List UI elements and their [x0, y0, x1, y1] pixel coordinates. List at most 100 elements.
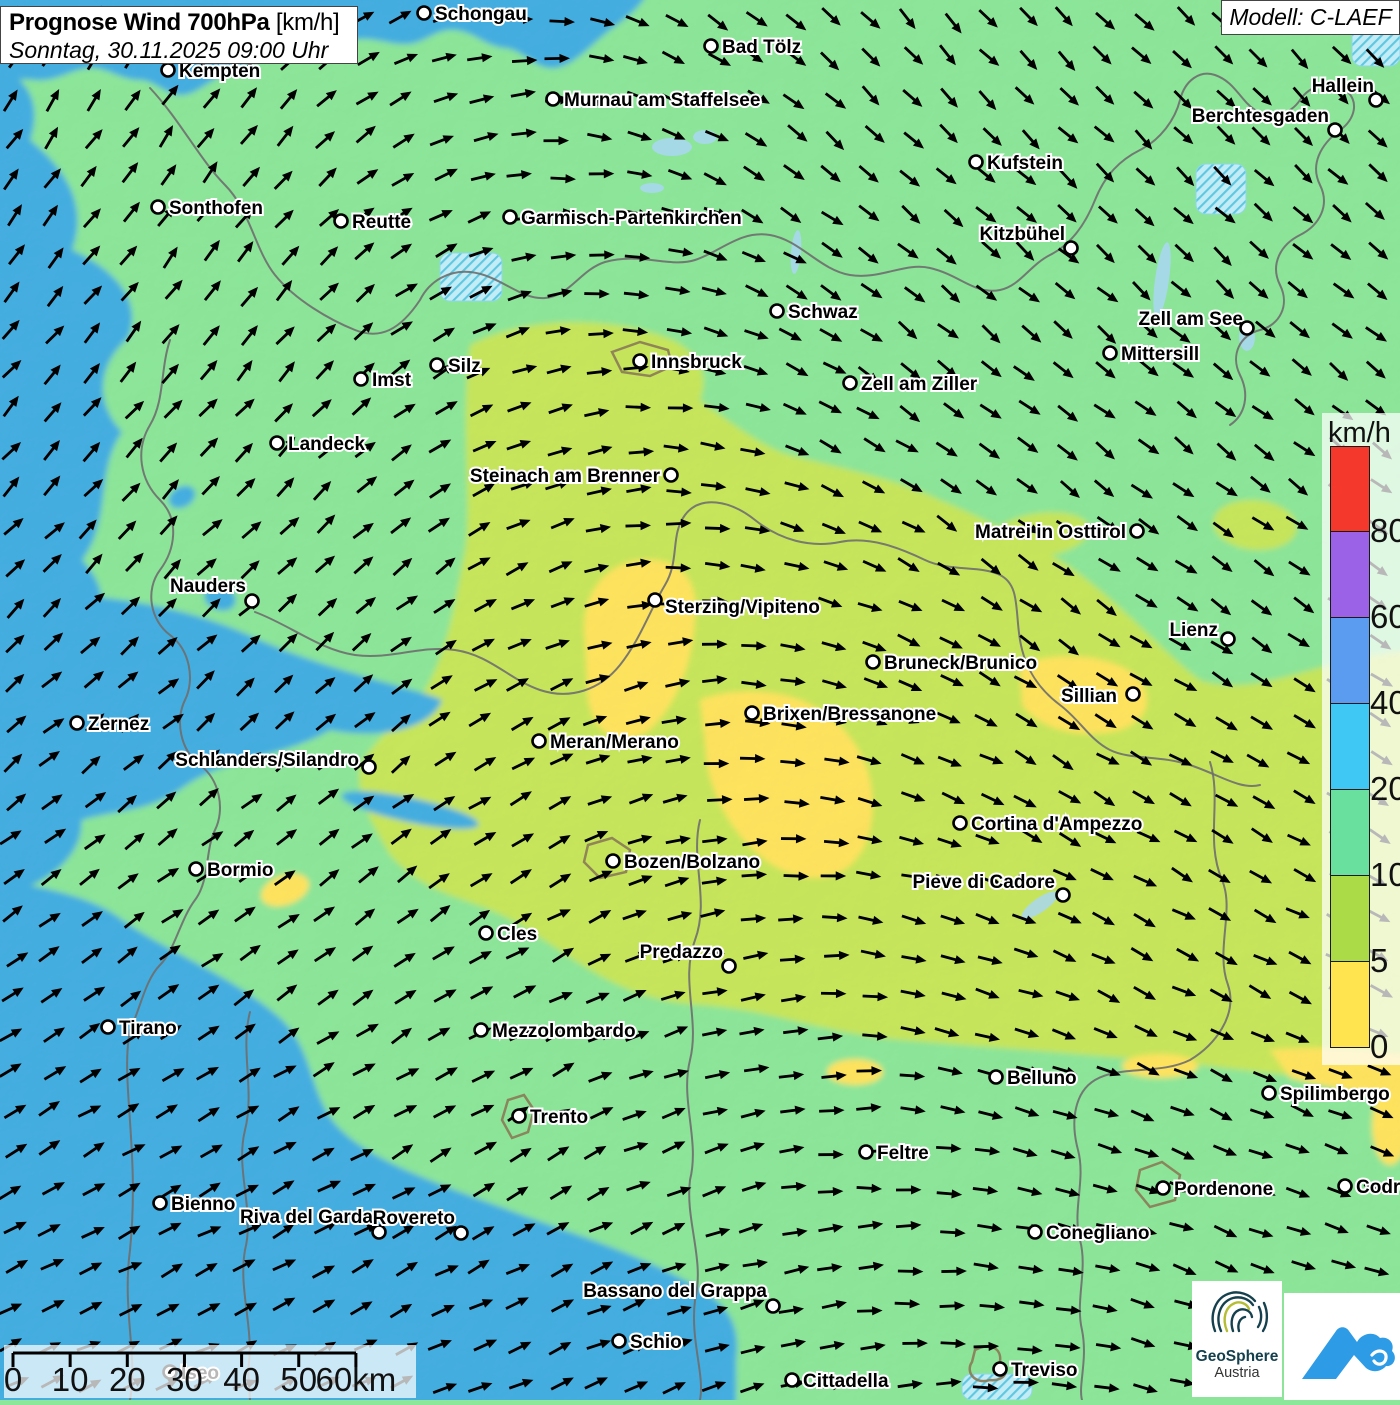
title-unit: [km/h]	[270, 9, 340, 36]
wind-forecast-map: SchongauBad TölzKemptenMurnau am Staffel…	[0, 0, 1400, 1400]
legend-tick-label: 0	[1370, 1028, 1388, 1066]
city-marker	[152, 201, 165, 214]
city-marker	[1329, 124, 1342, 137]
city-marker	[533, 735, 546, 748]
city-label: Reutte	[352, 212, 411, 233]
scale-tick-label: 30	[166, 1361, 203, 1398]
city-label: Cles	[497, 924, 537, 945]
city-label: Schio	[630, 1332, 682, 1353]
city-marker	[504, 211, 517, 224]
city-marker	[746, 707, 759, 720]
city-label: Innsbruck	[651, 352, 742, 373]
city-label: Murnau am Staffelsee	[564, 90, 760, 111]
city-label: Imst	[372, 370, 412, 391]
city-label: Bruneck/Brunico	[884, 653, 1037, 674]
city-label: Landeck	[288, 434, 366, 455]
page-title: Prognose Wind 700hPa [km/h]	[9, 9, 349, 37]
city-marker	[547, 93, 560, 106]
city-marker	[607, 855, 620, 868]
legend-segment	[1330, 704, 1370, 790]
scale-tick-label: 50	[280, 1361, 317, 1398]
city-label: Belluno	[1007, 1068, 1077, 1089]
city-marker	[844, 377, 857, 390]
city-marker	[355, 373, 368, 386]
mountain-app-icon	[1284, 1293, 1400, 1400]
legend-tick-label: 10	[1370, 856, 1400, 894]
city-label: Garmisch-Partenkirchen	[521, 208, 742, 229]
legend-segment	[1330, 618, 1370, 704]
city-marker	[418, 7, 431, 20]
city-label: Brixen/Bressanone	[763, 704, 936, 725]
city-label: Spilimbergo	[1280, 1084, 1390, 1105]
city-marker	[970, 156, 983, 169]
city-label: Trento	[530, 1107, 588, 1128]
city-marker	[480, 927, 493, 940]
legend-tick-label: 20	[1370, 770, 1400, 808]
forecast-datetime: Sonntag, 30.11.2025 09:00 Uhr	[9, 37, 349, 63]
city-label: Zell am See	[1138, 309, 1243, 330]
city-label: Nauders	[170, 576, 246, 597]
city-marker	[1104, 347, 1117, 360]
city-label: Bormio	[207, 860, 274, 881]
city-marker	[634, 355, 647, 368]
scale-tick-label: 10	[52, 1361, 89, 1398]
city-marker	[475, 1024, 488, 1037]
city-label: Meran/Merano	[550, 732, 679, 753]
city-marker	[1263, 1087, 1276, 1100]
city-marker	[1222, 633, 1235, 646]
city-marker	[1370, 94, 1383, 107]
city-label: Rovereto	[373, 1208, 455, 1229]
title-text: Prognose Wind 700hPa	[9, 9, 270, 36]
city-marker	[162, 64, 175, 77]
legend-segment	[1330, 962, 1370, 1048]
city-marker	[705, 40, 718, 53]
city-marker	[1065, 242, 1078, 255]
city-label: Bassano del Grappa	[583, 1281, 767, 1302]
weather-map-page: { "header": { "title_bold": "Prognose Wi…	[0, 0, 1400, 1400]
city-marker	[767, 1300, 780, 1313]
city-label: Kempten	[179, 61, 260, 82]
city-marker	[71, 717, 84, 730]
city-marker	[154, 1197, 167, 1210]
city-label: Codroipo	[1356, 1177, 1400, 1198]
map-scale-bar: 0102030405060km	[4, 1345, 416, 1398]
city-marker	[246, 595, 259, 608]
city-label: Cortina d'Ampezzo	[971, 814, 1142, 835]
city-label: Bienno	[171, 1194, 235, 1215]
city-marker	[1127, 688, 1140, 701]
city-label: Tirano	[119, 1018, 177, 1039]
city-label: Zell am Ziller	[861, 374, 978, 395]
city-label: Steinach am Brenner	[470, 466, 661, 487]
city-label: Bad Tölz	[722, 37, 801, 58]
city-marker	[102, 1021, 115, 1034]
scale-tick-label: 40	[223, 1361, 260, 1398]
city-marker	[860, 1146, 873, 1159]
city-marker	[613, 1335, 626, 1348]
city-marker	[771, 305, 784, 318]
city-label: Bozen/Bolzano	[624, 852, 760, 873]
wind-speed-legend: km/h 806040201050	[1322, 413, 1400, 1065]
geosphere-org-region: Austria	[1192, 1365, 1282, 1381]
legend-segment	[1330, 790, 1370, 876]
city-label: Riva del Garda	[240, 1207, 373, 1228]
city-label: Schlanders/Silandro	[175, 750, 359, 771]
city-label: Sillian	[1061, 686, 1117, 707]
city-label: Zernez	[88, 714, 149, 735]
city-marker	[513, 1110, 526, 1123]
legend-tick-label: 60	[1370, 598, 1400, 636]
city-marker	[1241, 322, 1254, 335]
city-marker	[1057, 889, 1070, 902]
city-label: Predazzo	[640, 942, 723, 963]
city-marker	[1339, 1180, 1352, 1193]
geosphere-logo-box: GeoSphere Austria	[1192, 1281, 1282, 1397]
city-marker	[649, 594, 662, 607]
city-marker	[363, 761, 376, 774]
map-title-box: Prognose Wind 700hPa [km/h] Sonntag, 30.…	[0, 6, 358, 64]
model-name: Modell: C-LAEF	[1229, 4, 1391, 30]
city-marker	[190, 863, 203, 876]
city-marker	[954, 817, 967, 830]
scale-tick-label: 20	[109, 1361, 146, 1398]
city-marker	[271, 437, 284, 450]
scale-bar-graphic: 0102030405060km	[4, 1345, 416, 1398]
city-label: Treviso	[1011, 1360, 1078, 1381]
